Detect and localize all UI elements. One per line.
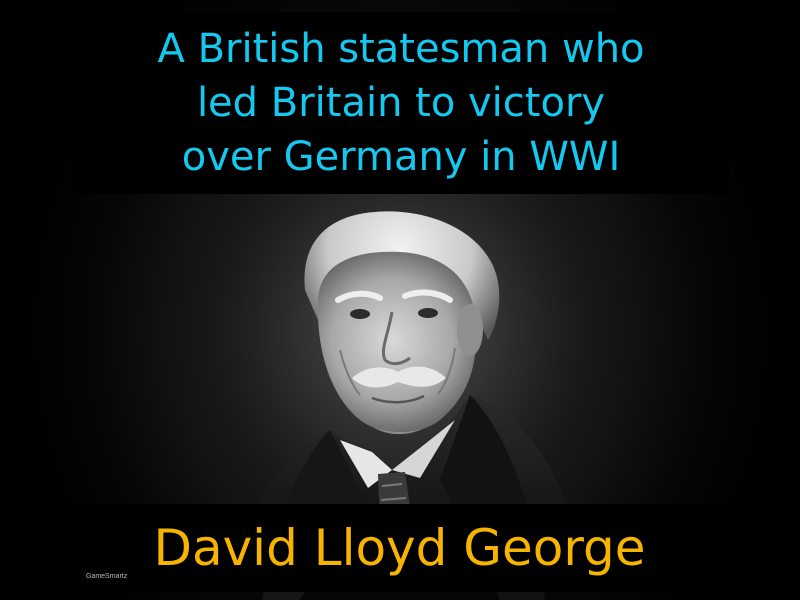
definition-text: A British statesman who led Britain to v… bbox=[157, 26, 645, 180]
definition-box: A British statesman who led Britain to v… bbox=[72, 12, 730, 194]
brand-watermark: GameSmartz bbox=[86, 573, 128, 580]
term-box: David Lloyd George bbox=[42, 504, 757, 592]
term-title: David Lloyd George bbox=[153, 519, 646, 577]
flashcard: A British statesman who led Britain to v… bbox=[0, 0, 800, 600]
